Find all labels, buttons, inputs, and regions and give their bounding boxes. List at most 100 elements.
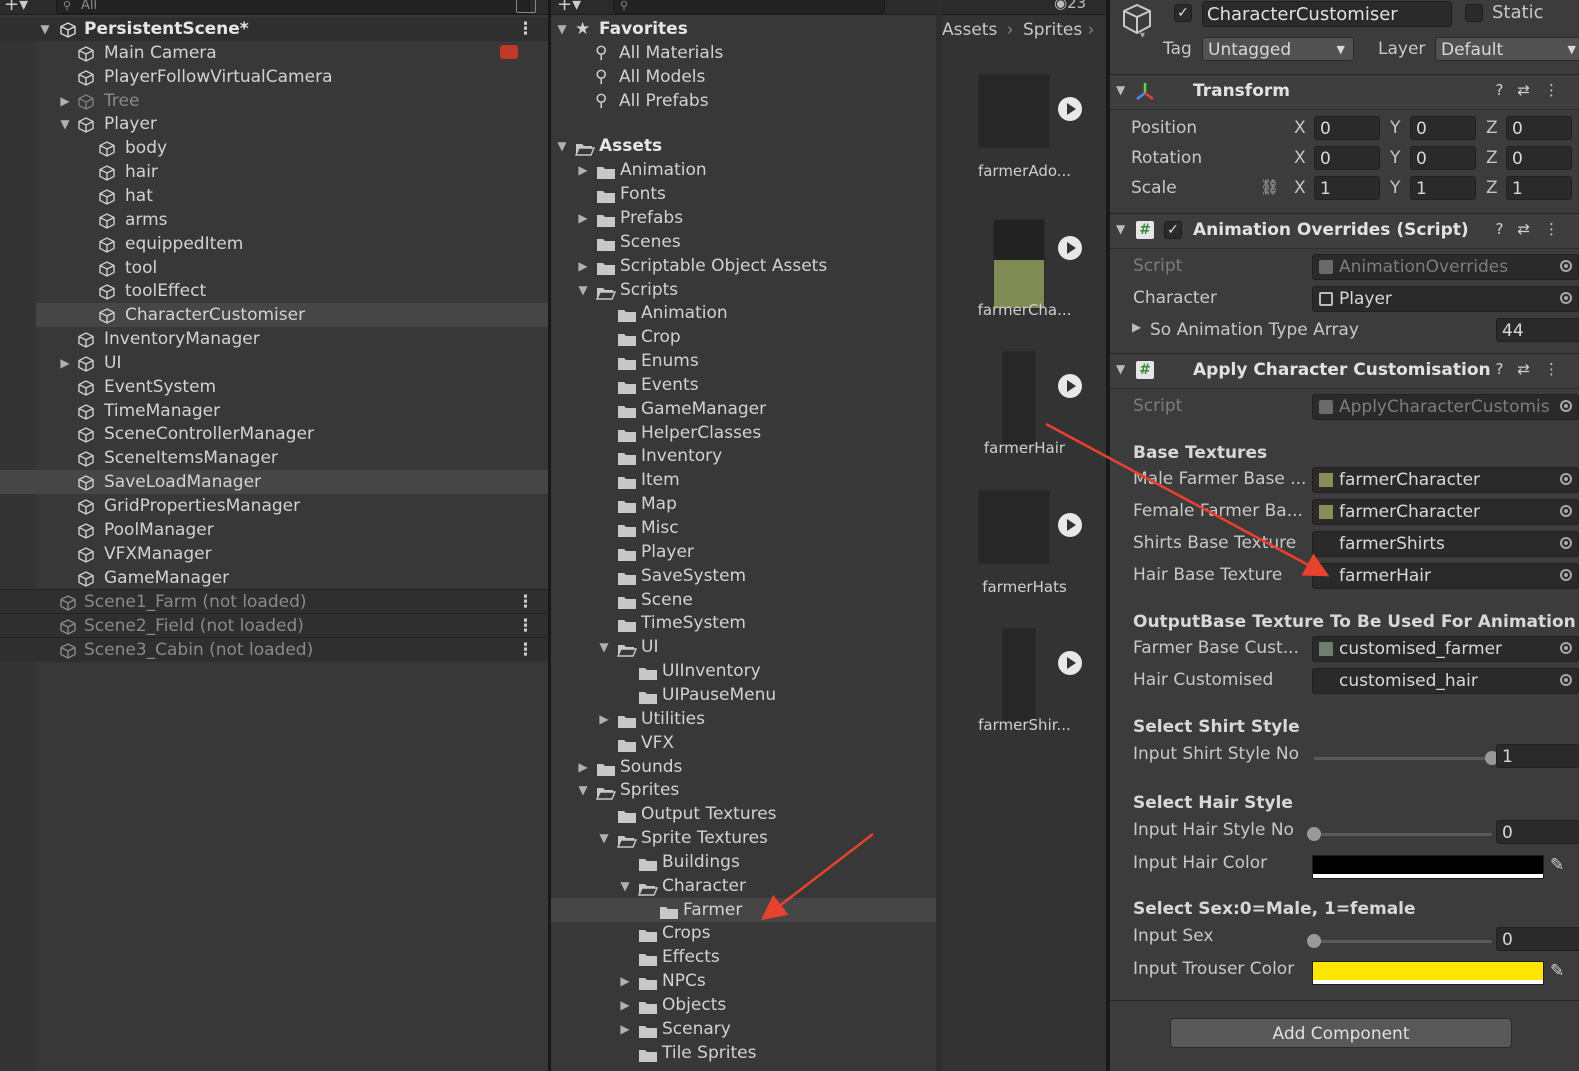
chevron-right-icon[interactable]: ▶ [576, 254, 590, 278]
hierarchy-item[interactable]: arms [0, 208, 548, 232]
hair-style-slider-knob[interactable] [1307, 827, 1321, 841]
hierarchy-item[interactable]: SceneControllerManager [0, 422, 548, 446]
scene-header-row[interactable]: ▼ PersistentScene* ⋮ [0, 17, 548, 41]
eyedropper-icon[interactable]: ✎ [1550, 855, 1564, 875]
transform-position-y[interactable]: 0 [1410, 116, 1476, 140]
hierarchy-item[interactable]: hat [0, 184, 548, 208]
asset-thumbnail[interactable] [978, 628, 1082, 722]
project-folder[interactable]: Map [551, 492, 942, 516]
hierarchy-item[interactable]: PlayerFollowVirtualCamera [0, 65, 548, 89]
chevron-right-icon[interactable]: ▶ [597, 707, 611, 731]
chevron-down-icon[interactable]: ▼ [597, 826, 611, 850]
active-checkbox[interactable]: ✓ [1174, 4, 1192, 22]
hair-base-field[interactable]: farmerHair [1312, 563, 1579, 589]
play-icon[interactable] [1058, 651, 1082, 675]
project-folder[interactable]: Scene [551, 588, 942, 612]
tag-dropdown[interactable]: Untagged ▼ [1202, 37, 1354, 61]
project-folder[interactable]: ▶ Animation [551, 158, 942, 182]
chevron-down-icon[interactable]: ▼ [555, 134, 569, 158]
chevron-right-icon[interactable]: ▶ [576, 206, 590, 230]
component-menu-icons[interactable]: ?⇄⋮ [1495, 220, 1573, 238]
sex-number[interactable]: 0 [1496, 927, 1579, 951]
project-folder[interactable]: Player [551, 540, 942, 564]
hierarchy-item[interactable]: hair [0, 160, 548, 184]
object-picker-icon[interactable] [1560, 537, 1572, 549]
chevron-right-icon[interactable]: ▶ [618, 1017, 632, 1041]
project-folder[interactable]: ▶ Prefabs [551, 206, 942, 230]
shirt-style-number[interactable]: 1 [1496, 744, 1579, 768]
project-folder[interactable]: ▼ Character [551, 874, 942, 898]
hierarchy-item[interactable]: ▶ Tree [0, 89, 548, 113]
project-folder[interactable]: VFX [551, 731, 942, 755]
favorite-item[interactable]: ⚲ All Materials [551, 41, 942, 65]
gameobject-dropdown-caret[interactable]: ▾ [1140, 30, 1145, 41]
asset-label[interactable]: farmerShir... [942, 716, 1107, 734]
hierarchy-search-input[interactable]: ⚲ All [56, 0, 530, 14]
project-folder[interactable]: Crop [551, 325, 942, 349]
static-checkbox[interactable] [1465, 4, 1483, 22]
object-picker-icon[interactable] [1560, 674, 1572, 686]
animation-overrides-enabled-checkbox[interactable]: ✓ [1164, 221, 1182, 239]
project-folder[interactable]: Inventory [551, 444, 942, 468]
transform-position-z[interactable]: 0 [1506, 116, 1572, 140]
chevron-down-icon[interactable]: ▼ [1116, 222, 1125, 236]
trouser-color-swatch[interactable] [1312, 961, 1544, 985]
hierarchy-item[interactable]: ▼ Player [0, 112, 548, 136]
hierarchy-item[interactable]: PoolManager [0, 518, 548, 542]
hierarchy-item[interactable]: GridPropertiesManager [0, 494, 548, 518]
project-folder[interactable]: ▶ Objects [551, 993, 942, 1017]
play-icon[interactable] [1058, 374, 1082, 398]
hierarchy-item[interactable]: SceneItemsManager [0, 446, 548, 470]
asset-label[interactable]: farmerCha... [942, 301, 1107, 319]
hierarchy-item[interactable]: TimeManager [0, 399, 548, 423]
object-picker-icon[interactable] [1560, 473, 1572, 485]
transform-position-x[interactable]: 0 [1314, 116, 1380, 140]
object-picker-icon[interactable] [1560, 569, 1572, 581]
unloaded-scene-row[interactable]: Scene2_Field (not loaded) ⋮ [0, 613, 548, 639]
project-folder[interactable]: Item [551, 468, 942, 492]
more-vertical-icon[interactable]: ⋮ [517, 638, 534, 662]
hair-color-swatch[interactable] [1312, 855, 1544, 879]
chevron-right-icon[interactable]: ▶ [618, 969, 632, 993]
asset-thumbnail[interactable] [978, 351, 1082, 445]
transform-scale-y[interactable]: 1 [1410, 176, 1476, 200]
hierarchy-item[interactable]: toolEffect [0, 279, 548, 303]
transform-rotation-z[interactable]: 0 [1506, 146, 1572, 170]
object-picker-icon[interactable] [1560, 292, 1572, 304]
chevron-down-icon[interactable]: ▼ [38, 17, 52, 41]
asset-label[interactable]: farmerHats [942, 578, 1107, 596]
chevron-down-icon[interactable]: ▼ [576, 278, 590, 302]
project-folder[interactable]: Animation [551, 301, 942, 325]
breadcrumb-sprites[interactable]: Sprites [1023, 20, 1082, 40]
project-folder[interactable]: ▼ UI [551, 635, 942, 659]
project-folder[interactable]: Misc [551, 516, 942, 540]
lock-icon[interactable] [516, 0, 536, 13]
hierarchy-item[interactable]: VFXManager [0, 542, 548, 566]
project-folder[interactable]: Enums [551, 349, 942, 373]
play-icon[interactable] [1058, 235, 1082, 260]
chevron-down-icon[interactable]: ▼ [1116, 362, 1125, 376]
chevron-right-icon[interactable]: ▶ [618, 993, 632, 1017]
female-base-field[interactable]: farmerCharacter [1312, 499, 1579, 525]
transform-rotation-x[interactable]: 0 [1314, 146, 1380, 170]
play-icon[interactable] [1058, 512, 1082, 537]
project-folder[interactable]: SaveSystem [551, 564, 942, 588]
asset-thumbnail[interactable] [978, 489, 1082, 570]
project-folder[interactable]: Fonts [551, 182, 942, 206]
add-icon[interactable]: +▾ [4, 0, 28, 15]
breadcrumb-assets[interactable]: Assets [942, 20, 997, 40]
apply-customisation-header[interactable]: ▼ # Apply Character Customisation ?⇄⋮ [1110, 353, 1579, 389]
project-folder[interactable]: ▼ Scripts [551, 278, 942, 302]
object-picker-icon[interactable] [1560, 505, 1572, 517]
visibility-count-icon[interactable]: ◉23 [1054, 0, 1086, 12]
sex-slider-track[interactable] [1314, 940, 1492, 943]
animation-array-size[interactable]: 44 [1496, 318, 1579, 342]
shirts-base-field[interactable]: farmerShirts [1312, 531, 1579, 557]
chevron-down-icon[interactable]: ▼ [576, 778, 590, 802]
hierarchy-item[interactable]: CharacterCustomiser [36, 303, 548, 328]
assets-root[interactable]: ▼ Assets [551, 134, 942, 158]
project-folder[interactable]: ▶ NPCs [551, 969, 942, 993]
object-name-field[interactable]: CharacterCustomiser [1202, 1, 1452, 27]
project-folder[interactable]: ▶ Utilities [551, 707, 942, 731]
project-folder[interactable]: Output Textures [551, 802, 942, 826]
